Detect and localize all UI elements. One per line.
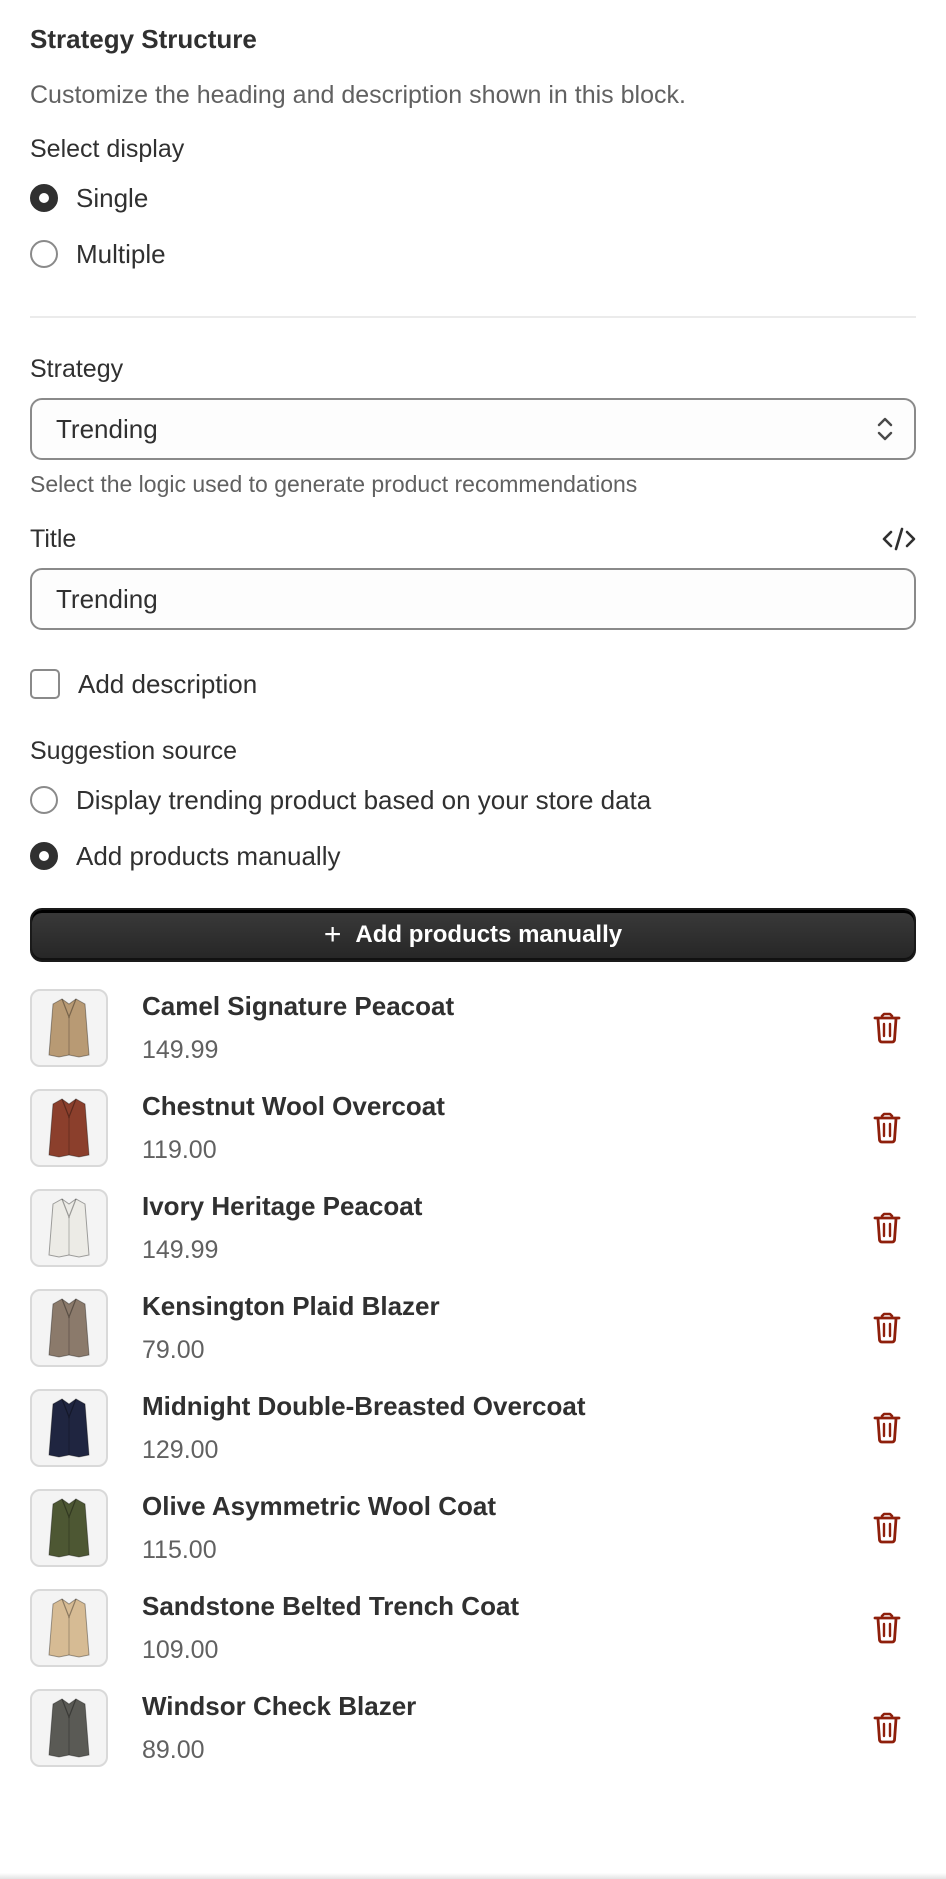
product-info: Sandstone Belted Trench Coat 109.00	[142, 1589, 519, 1667]
product-price: 115.00	[142, 1536, 217, 1564]
product-name: Kensington Plaid Blazer	[142, 1291, 440, 1321]
display-option-multiple[interactable]: Multiple	[30, 226, 916, 282]
select-chevron-icon	[877, 417, 893, 441]
product-price: 109.00	[142, 1636, 219, 1664]
title-input[interactable]: Trending	[30, 568, 916, 630]
product-info: Chestnut Wool Overcoat 119.00	[142, 1089, 445, 1167]
coat-icon	[48, 1398, 90, 1458]
title-label: Title	[30, 525, 77, 553]
product-row: Windsor Check Blazer 89.00	[30, 1678, 916, 1778]
radio-trending-store-data[interactable]	[30, 786, 58, 814]
source-radio-group: Display trending product based on your s…	[30, 772, 916, 884]
coat-icon	[48, 1598, 90, 1658]
add-description-label: Add description	[78, 668, 258, 699]
radio-label-multiple: Multiple	[76, 238, 166, 269]
product-row: Ivory Heritage Peacoat 149.99	[30, 1178, 916, 1278]
product-price: 79.00	[142, 1336, 205, 1364]
title-label-row: Title	[30, 522, 916, 556]
strategy-help-text: Select the logic used to generate produc…	[30, 471, 638, 497]
plus-icon: +	[323, 918, 342, 951]
product-info: Camel Signature Peacoat 149.99	[142, 989, 454, 1067]
product-name: Windsor Check Blazer	[142, 1691, 417, 1721]
product-price: 129.00	[142, 1436, 219, 1464]
strategy-select-value: Trending	[56, 413, 158, 444]
coat-icon	[48, 1298, 90, 1358]
delete-trash-icon[interactable]	[872, 1512, 902, 1544]
product-thumbnail	[30, 1689, 108, 1767]
product-info: Olive Asymmetric Wool Coat 115.00	[142, 1489, 496, 1567]
code-icon[interactable]	[882, 526, 916, 552]
select-display-label: Select display	[30, 135, 185, 163]
product-row: Midnight Double-Breasted Overcoat 129.00	[30, 1378, 916, 1478]
strategy-label: Strategy	[30, 355, 124, 383]
product-name: Sandstone Belted Trench Coat	[142, 1591, 520, 1621]
delete-trash-icon[interactable]	[872, 1112, 902, 1144]
product-row: Kensington Plaid Blazer 79.00	[30, 1278, 916, 1378]
product-thumbnail	[30, 1489, 108, 1567]
radio-single[interactable]	[30, 184, 58, 212]
product-price: 119.00	[142, 1136, 217, 1164]
product-name: Ivory Heritage Peacoat	[142, 1191, 423, 1221]
product-row: Olive Asymmetric Wool Coat 115.00	[30, 1478, 916, 1578]
title-input-value: Trending	[56, 583, 158, 614]
radio-label-manual: Add products manually	[76, 840, 341, 871]
display-radio-group: Single Multiple	[30, 170, 916, 282]
delete-trash-icon[interactable]	[872, 1212, 902, 1244]
source-option-manual[interactable]: Add products manually	[30, 828, 916, 884]
radio-multiple[interactable]	[30, 240, 58, 268]
product-list: Camel Signature Peacoat 149.99 Chestnut Wo…	[30, 978, 916, 1778]
product-name: Olive Asymmetric Wool Coat	[142, 1491, 496, 1521]
coat-icon	[48, 1198, 90, 1258]
product-row: Sandstone Belted Trench Coat 109.00	[30, 1578, 916, 1678]
radio-label-single: Single	[76, 182, 149, 213]
product-name: Chestnut Wool Overcoat	[142, 1091, 445, 1121]
product-price: 149.99	[142, 1236, 219, 1264]
divider	[30, 316, 916, 318]
add-description-row[interactable]: Add description	[30, 656, 916, 712]
add-products-button-label: Add products manually	[355, 921, 623, 948]
delete-trash-icon[interactable]	[872, 1012, 902, 1044]
product-info: Windsor Check Blazer 89.00	[142, 1689, 416, 1767]
product-info: Ivory Heritage Peacoat 149.99	[142, 1189, 422, 1267]
product-name: Midnight Double-Breasted Overcoat	[142, 1391, 586, 1421]
product-name: Camel Signature Peacoat	[142, 991, 455, 1021]
product-thumbnail	[30, 1289, 108, 1367]
product-row: Chestnut Wool Overcoat 119.00	[30, 1078, 916, 1178]
product-info: Midnight Double-Breasted Overcoat 129.00	[142, 1389, 586, 1467]
delete-trash-icon[interactable]	[872, 1712, 902, 1744]
display-option-single[interactable]: Single	[30, 170, 916, 226]
source-option-trending[interactable]: Display trending product based on your s…	[30, 772, 916, 828]
coat-icon	[48, 1698, 90, 1758]
product-thumbnail	[30, 989, 108, 1067]
delete-trash-icon[interactable]	[872, 1612, 902, 1644]
radio-label-trending: Display trending product based on your s…	[76, 784, 652, 815]
product-info: Kensington Plaid Blazer 79.00	[142, 1289, 440, 1367]
coat-icon	[48, 998, 90, 1058]
add-description-checkbox[interactable]	[30, 669, 60, 699]
delete-trash-icon[interactable]	[872, 1312, 902, 1344]
product-price: 89.00	[142, 1736, 205, 1764]
coat-icon	[48, 1098, 90, 1158]
delete-trash-icon[interactable]	[872, 1412, 902, 1444]
suggestion-source-label: Suggestion source	[30, 737, 238, 765]
section-title: Strategy Structure	[30, 24, 257, 54]
product-thumbnail	[30, 1089, 108, 1167]
radio-add-manually[interactable]	[30, 842, 58, 870]
product-thumbnail	[30, 1389, 108, 1467]
product-thumbnail	[30, 1589, 108, 1667]
strategy-select[interactable]: Trending	[30, 398, 916, 460]
coat-icon	[48, 1498, 90, 1558]
strategy-structure-panel: Strategy Structure Customize the heading…	[0, 0, 946, 1879]
add-products-manually-button[interactable]: + Add products manually	[30, 908, 916, 962]
product-thumbnail	[30, 1189, 108, 1267]
product-row: Camel Signature Peacoat 149.99	[30, 978, 916, 1078]
section-description: Customize the heading and description sh…	[30, 81, 686, 109]
product-price: 149.99	[142, 1036, 219, 1064]
